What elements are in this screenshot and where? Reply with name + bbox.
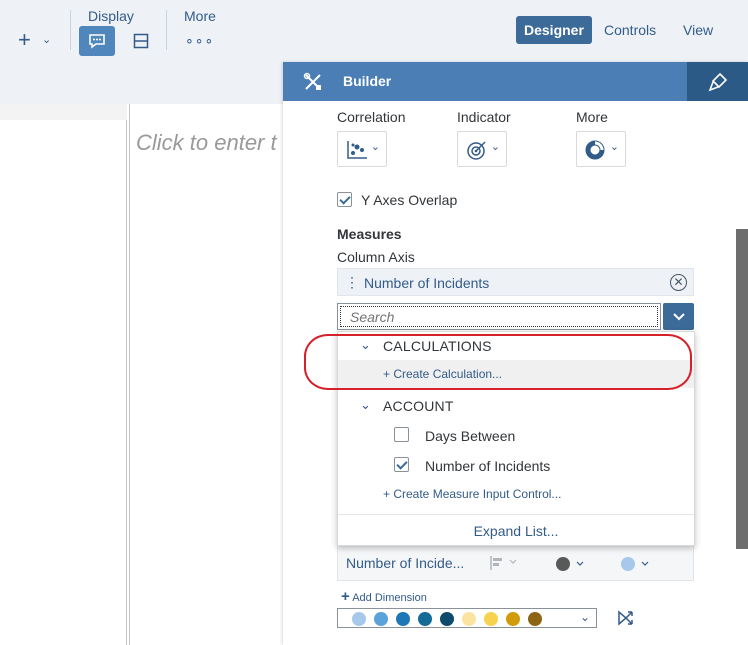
color-measure-row[interactable]: Number of Incide... — [337, 545, 694, 581]
days-between-label[interactable]: Days Between — [425, 428, 515, 444]
chart-title-placeholder[interactable]: Click to enter t — [136, 130, 277, 156]
number-of-incidents-checkbox[interactable] — [394, 457, 409, 472]
y-axes-overlap-label: Y Axes Overlap — [361, 192, 458, 208]
comment-mode-button[interactable] — [79, 26, 115, 56]
chevron-down-icon: ⌄ — [579, 610, 590, 624]
color-palette-select[interactable]: ⌄ — [337, 608, 597, 628]
days-between-checkbox[interactable] — [394, 427, 409, 442]
chevron-down-icon: ⌄ — [42, 34, 52, 46]
measures-heading: Measures — [337, 226, 402, 242]
scrollbar-thumb[interactable] — [736, 229, 748, 549]
measure-search-input[interactable] — [337, 303, 661, 330]
create-measure-input-control-link[interactable]: + Create Measure Input Control... — [383, 487, 561, 501]
donut-chart-icon — [585, 140, 607, 165]
bar-chart-icon[interactable] — [490, 556, 520, 575]
more-options-button[interactable]: ∘∘∘ — [185, 32, 214, 49]
add-button[interactable]: + ⌄ — [18, 27, 56, 53]
expand-list-link[interactable]: Expand List... — [338, 514, 694, 546]
paintbrush-icon — [708, 72, 727, 91]
drag-handle-icon[interactable]: ⋮ — [345, 274, 359, 290]
column-axis-label: Column Axis — [337, 249, 415, 265]
swap-palette-icon[interactable] — [616, 609, 636, 632]
palette-swatch — [484, 612, 498, 626]
chevron-down-icon: ⌄ — [490, 141, 500, 153]
highlight-annotation — [304, 334, 692, 390]
group-account[interactable]: ⌄ ACCOUNT — [338, 392, 694, 420]
layout-icon — [133, 33, 149, 49]
search-dropdown-button[interactable] — [663, 303, 694, 330]
correlation-chart-button[interactable]: ⌄ — [337, 131, 387, 167]
plus-icon: + — [341, 588, 350, 605]
widget-header-strip — [0, 104, 127, 120]
controls-tab[interactable]: Controls — [596, 16, 664, 44]
tools-icon — [303, 72, 323, 97]
more-section-label: More — [184, 8, 216, 24]
number-of-incidents-label[interactable]: Number of Incidents — [425, 458, 550, 474]
toolbar-divider — [166, 10, 167, 50]
remove-icon[interactable]: ✕ — [670, 274, 687, 291]
palette-swatch — [396, 612, 410, 626]
left-widget[interactable] — [0, 104, 127, 645]
palette-swatch — [462, 612, 476, 626]
measure-chip-label: Number of Incidents — [364, 275, 490, 291]
scatter-chart-icon — [346, 140, 368, 165]
chevron-down-icon: ⌄ — [360, 397, 371, 412]
more-charts-label: More — [576, 109, 608, 125]
y-axes-overlap-checkbox[interactable] — [337, 192, 352, 207]
measure-chip[interactable]: ⋮ Number of Incidents ✕ — [337, 268, 694, 296]
chevron-down-icon: ⌄ — [609, 141, 619, 153]
palette-swatch — [352, 612, 366, 626]
chart-widget[interactable]: Click to enter t — [129, 104, 289, 645]
palette-swatch — [440, 612, 454, 626]
builder-title: Builder — [343, 73, 392, 89]
color-dark-picker[interactable] — [555, 556, 589, 577]
layout-button[interactable] — [123, 26, 159, 56]
indicator-label: Indicator — [457, 109, 511, 125]
styling-tab[interactable] — [687, 62, 748, 101]
display-section-label: Display — [88, 8, 134, 24]
palette-swatch — [374, 612, 388, 626]
chevron-down-icon — [672, 312, 685, 320]
builder-header: Builder — [283, 62, 748, 101]
correlation-label: Correlation — [337, 109, 406, 125]
designer-tab[interactable]: Designer — [516, 16, 592, 44]
target-icon — [466, 140, 488, 165]
palette-swatch — [506, 612, 520, 626]
add-dimension-link[interactable]: + Add Dimension — [341, 588, 427, 605]
view-tab[interactable]: View — [675, 16, 721, 44]
group-account-label: ACCOUNT — [383, 398, 454, 414]
toolbar-divider — [70, 10, 71, 50]
palette-swatch — [418, 612, 432, 626]
comment-icon — [89, 34, 105, 49]
more-charts-button[interactable]: ⌄ — [576, 131, 626, 167]
add-dimension-label: Add Dimension — [352, 592, 427, 604]
indicator-chart-button[interactable]: ⌄ — [457, 131, 507, 167]
color-light-picker[interactable] — [620, 556, 654, 577]
chevron-down-icon: ⌄ — [370, 141, 380, 153]
color-measure-label: Number of Incide... — [346, 555, 465, 571]
palette-swatch — [528, 612, 542, 626]
